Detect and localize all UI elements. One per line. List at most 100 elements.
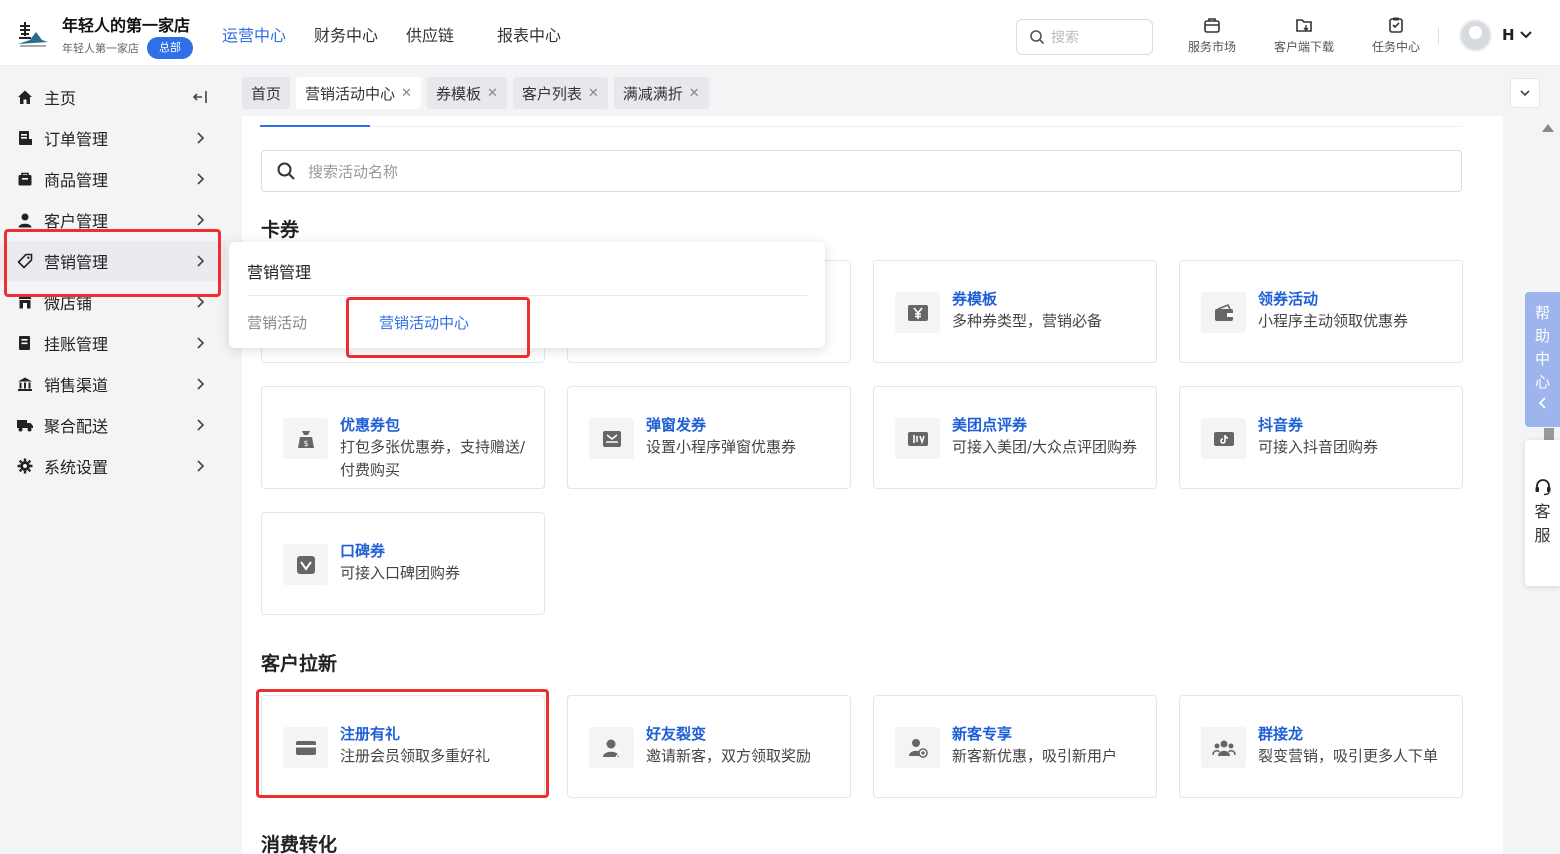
help-center-tab[interactable]: 帮 助 中 心 — [1525, 292, 1560, 427]
topnav-finance[interactable]: 财务中心 — [314, 0, 378, 66]
tabs-more-button[interactable] — [1510, 78, 1540, 108]
coupon-card-koubei[interactable]: 口碑券 可接入口碑团购券 — [261, 512, 545, 615]
tab-home[interactable]: 首页 — [242, 77, 291, 109]
search-icon — [1030, 30, 1045, 45]
gear-icon — [16, 457, 34, 475]
bank-icon — [16, 375, 34, 393]
douyin-ticket-icon — [1201, 418, 1246, 459]
close-icon[interactable]: ✕ — [401, 86, 412, 101]
top-nav: 运营中心 财务中心 供应链 报表中心 — [222, 0, 589, 66]
top-tools: 服务市场 客户端下载 任务中心 — [1166, 14, 1442, 55]
meituan-ticket-icon — [895, 418, 940, 459]
logo-icon — [18, 22, 48, 47]
clipboard-check-icon — [1389, 17, 1403, 33]
card-title: 弹窗发券 — [646, 416, 707, 434]
card-desc: 小程序主动领取优惠券 — [1258, 312, 1409, 330]
coupon-card-bundle[interactable]: $ 优惠券包 打包多张优惠券，支持赠送/付费购买 — [261, 386, 545, 489]
scroll-up-arrow[interactable] — [1542, 124, 1554, 132]
service-market-button[interactable]: 服务市场 — [1166, 14, 1258, 55]
top-search-input[interactable]: 搜索 — [1016, 19, 1153, 55]
acquisition-card-group-buy[interactable]: 群接龙 裂变营销，吸引更多人下单 — [1179, 695, 1463, 798]
sidebar-item-label: 微店铺 — [44, 294, 93, 313]
headset-icon — [1535, 479, 1551, 496]
flyout-link-marketing-center[interactable]: 营销活动中心 — [379, 312, 469, 333]
group-users-icon — [1201, 727, 1246, 768]
close-icon[interactable]: ✕ — [689, 86, 700, 101]
money-bag-icon: $ — [283, 418, 328, 459]
card-title: 优惠券包 — [340, 416, 401, 434]
card-desc: 多种券类型，营销必备 — [952, 312, 1103, 330]
marketing-flyout-menu: 营销管理 营销活动 营销活动中心 — [229, 242, 825, 348]
sidebar-item-home[interactable]: 主页 — [0, 77, 226, 117]
coupon-card-meituan[interactable]: 美团点评券 可接入美团/大众点评团购券 — [873, 386, 1157, 489]
coupon-card-douyin[interactable]: 抖音券 可接入抖音团购券 — [1179, 386, 1463, 489]
acquisition-card-register-gift[interactable]: 注册有礼 注册会员领取多重好礼 — [261, 695, 545, 798]
help-char: 中 — [1534, 350, 1550, 368]
sidebar-item-goods[interactable]: 商品管理 — [0, 159, 226, 199]
sidebar-item-settings[interactable]: 系统设置 — [0, 446, 226, 486]
tab-coupon-template[interactable]: 券模板 ✕ — [426, 77, 507, 109]
card-desc: 可接入抖音团购券 — [1258, 438, 1379, 456]
card-icon — [283, 727, 328, 768]
client-download-button[interactable]: 客户端下载 — [1258, 14, 1350, 55]
main-panel: 搜索活动名称 卡券 券模板 多种券类型，营销必备 领券活动 小程序主动领取优惠券… — [242, 116, 1503, 854]
chevron-right-icon — [197, 173, 205, 185]
coupon-card-popup[interactable]: 弹窗发券 设置小程序弹窗优惠券 — [567, 386, 851, 489]
user-share-icon — [589, 727, 634, 768]
sidebar-item-label: 客户管理 — [44, 212, 109, 231]
coupon-card-claim[interactable]: 领券活动 小程序主动领取优惠券 — [1179, 260, 1463, 363]
collapse-sidebar-icon[interactable] — [192, 89, 208, 105]
avatar[interactable] — [1459, 19, 1492, 52]
card-title: 好友裂变 — [646, 725, 707, 743]
sidebar-item-sales-channels[interactable]: 销售渠道 — [0, 364, 226, 404]
truck-icon — [16, 416, 34, 434]
card-title: 口碑券 — [340, 542, 386, 560]
client-download-label: 客户端下载 — [1273, 40, 1334, 54]
sidebar-item-label: 营销管理 — [44, 253, 109, 272]
sidebar-item-micro-shop[interactable]: 微店铺 — [0, 282, 226, 322]
scrollbar-thumb[interactable] — [1544, 428, 1554, 440]
sidebar-item-label: 聚合配送 — [44, 417, 109, 436]
customer-service-tab[interactable]: 客 服 — [1525, 440, 1560, 586]
tab-customer-list[interactable]: 客户列表 ✕ — [512, 77, 608, 109]
hq-badge[interactable]: 总部 — [147, 37, 193, 59]
service-char: 客 — [1534, 502, 1551, 521]
user-menu[interactable]: H — [1502, 26, 1533, 44]
topnav-reports[interactable]: 报表中心 — [497, 0, 561, 66]
section-title-cards: 卡券 — [261, 219, 300, 241]
card-desc: 可接入口碑团购券 — [340, 564, 461, 582]
topnav-supply-chain[interactable]: 供应链 — [406, 0, 454, 66]
home-icon — [16, 88, 34, 106]
coupon-card-template[interactable]: 券模板 多种券类型，营销必备 — [873, 260, 1157, 363]
acquisition-card-referral[interactable]: 好友裂变 邀请新客，双方领取奖励 — [567, 695, 851, 798]
activity-search-input[interactable]: 搜索活动名称 — [261, 150, 1462, 192]
card-desc: 可接入美团/大众点评团购券 — [952, 438, 1138, 456]
chevron-right-icon — [197, 419, 205, 431]
order-icon — [16, 129, 34, 147]
topnav-operations[interactable]: 运营中心 — [222, 0, 286, 66]
sidebar-item-delivery[interactable]: 聚合配送 — [0, 405, 226, 445]
sidebar-item-label: 挂账管理 — [44, 335, 109, 354]
chevron-right-icon — [197, 460, 205, 472]
wallet-icon — [1201, 292, 1246, 333]
acquisition-card-new-customer[interactable]: 新客专享 新客新优惠，吸引新用户 — [873, 695, 1157, 798]
card-desc: 打包多张优惠券，支持赠送/付费购买 — [340, 438, 526, 479]
close-icon[interactable]: ✕ — [487, 86, 498, 101]
tab-full-reduction[interactable]: 满减满折 ✕ — [613, 77, 709, 109]
yen-ticket-icon — [895, 292, 940, 333]
chevron-right-icon — [197, 214, 205, 226]
new-user-icon — [895, 727, 940, 768]
sidebar-item-marketing[interactable]: 营销管理 — [0, 241, 226, 281]
top-search-placeholder: 搜索 — [1051, 30, 1079, 46]
sidebar-item-orders[interactable]: 订单管理 — [0, 118, 226, 158]
goods-icon — [16, 170, 34, 188]
sidebar: 主页 订单管理 商品管理 客户管理 营销管理 微店铺 挂账管理 销售渠道 聚合配 — [0, 66, 226, 854]
flyout-title: 营销管理 — [247, 263, 312, 282]
tab-label: 首页 — [251, 84, 282, 103]
sidebar-item-credit[interactable]: 挂账管理 — [0, 323, 226, 363]
sidebar-item-customers[interactable]: 客户管理 — [0, 200, 226, 240]
close-icon[interactable]: ✕ — [588, 86, 599, 101]
brand-name: 年轻人的第一家店 — [62, 16, 191, 35]
tab-marketing-center[interactable]: 营销活动中心 ✕ — [296, 77, 421, 109]
task-center-button[interactable]: 任务中心 — [1350, 14, 1442, 55]
